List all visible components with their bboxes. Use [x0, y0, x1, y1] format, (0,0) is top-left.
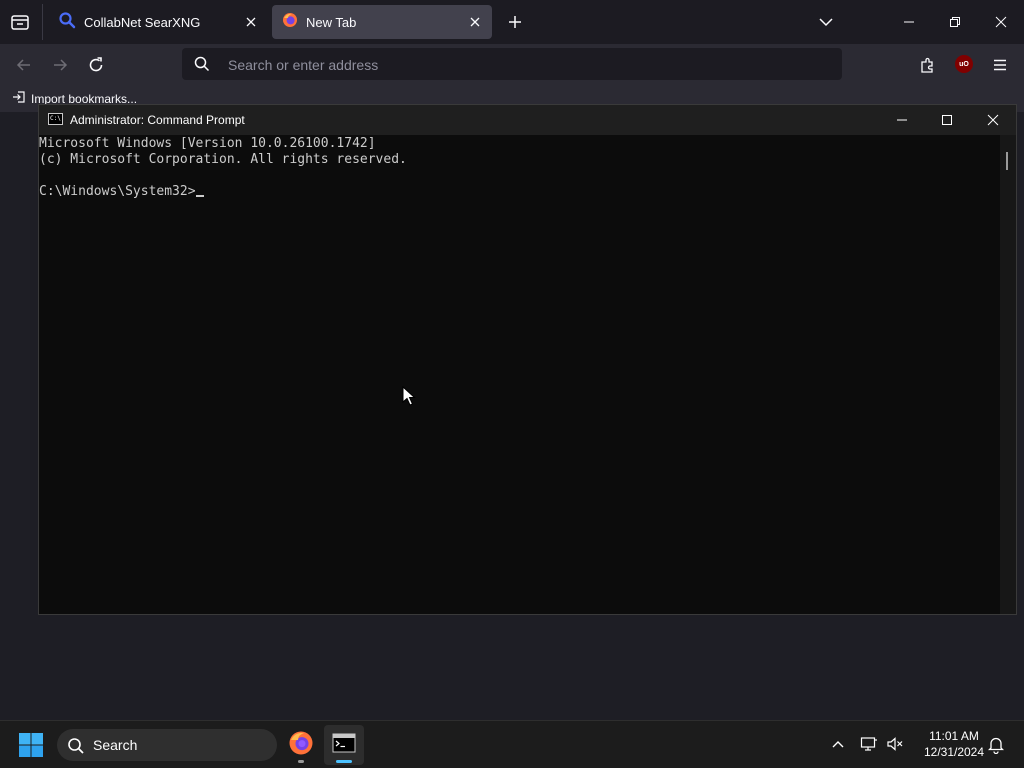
command-prompt-icon — [332, 733, 356, 758]
tab-title: CollabNet SearXNG — [84, 14, 201, 30]
tab-strip: CollabNet SearXNG New Tab — [0, 0, 1024, 44]
firefox-view-icon[interactable] — [8, 10, 32, 34]
back-arrow-icon[interactable] — [12, 53, 36, 77]
command-prompt-window: C:\ Administrator: Command Prompt Micros… — [38, 104, 1017, 615]
terminal-output[interactable]: Microsoft Windows [Version 10.0.26100.17… — [39, 135, 999, 615]
tab-separator — [42, 4, 43, 40]
search-icon — [58, 11, 76, 34]
clock-time: 11:01 AM — [929, 729, 979, 743]
taskbar-search-box[interactable]: Search — [57, 729, 277, 761]
taskbar-search-label: Search — [93, 737, 138, 753]
menu-hamburger-icon[interactable] — [988, 53, 1012, 77]
close-tab-icon[interactable] — [467, 14, 483, 30]
volume-muted-icon[interactable] — [886, 736, 904, 757]
clock-date: 12/31/2024 — [923, 745, 985, 759]
minimize-icon[interactable] — [886, 6, 932, 38]
terminal-prompt: C:\Windows\System32> — [39, 184, 196, 199]
network-icon[interactable] — [860, 736, 878, 757]
system-clock[interactable]: 11:01 AM 12/31/2024 — [912, 728, 996, 760]
maximize-icon[interactable] — [924, 105, 970, 135]
navigation-toolbar: uO — [0, 44, 1024, 86]
extensions-icon[interactable] — [916, 53, 940, 77]
reload-icon[interactable] — [84, 53, 108, 77]
active-indicator — [336, 760, 352, 763]
ublock-origin-icon[interactable]: uO — [955, 55, 973, 73]
cmd-title-bar[interactable]: C:\ Administrator: Command Prompt — [39, 105, 1016, 135]
text-cursor — [195, 195, 204, 197]
vertical-scrollbar[interactable] — [1000, 135, 1016, 614]
close-window-icon[interactable] — [970, 105, 1016, 135]
import-icon — [12, 90, 26, 107]
terminal-prompt-line: C:\Windows\System32> — [39, 184, 999, 200]
taskbar: Search 11:01 AM 12/31/2024 — [0, 720, 1024, 768]
chevron-up-icon[interactable] — [830, 736, 846, 757]
close-window-icon[interactable] — [978, 6, 1024, 38]
mouse-pointer-icon — [402, 385, 416, 411]
tab-new-tab[interactable]: New Tab — [272, 5, 492, 39]
command-prompt-icon: C:\ — [48, 113, 63, 125]
running-indicator — [298, 760, 304, 763]
firefox-icon — [288, 730, 314, 761]
new-tab-icon[interactable] — [503, 10, 527, 34]
terminal-line: (c) Microsoft Corporation. All rights re… — [39, 152, 407, 167]
windows-start-icon[interactable] — [18, 732, 44, 758]
firefox-icon — [282, 12, 298, 33]
tab-title: New Tab — [306, 14, 357, 30]
taskbar-cmd-button[interactable] — [324, 725, 364, 765]
terminal-line: Microsoft Windows [Version 10.0.26100.17… — [39, 136, 376, 151]
cmd-window-title: Administrator: Command Prompt — [70, 113, 245, 127]
tab-searxng[interactable]: CollabNet SearXNG — [48, 5, 268, 39]
forward-arrow-icon[interactable] — [48, 53, 72, 77]
chevron-down-icon[interactable] — [814, 10, 838, 34]
minimize-icon[interactable] — [879, 105, 925, 135]
url-input[interactable] — [226, 48, 830, 82]
search-icon — [67, 737, 85, 760]
notification-bell-icon[interactable] — [987, 736, 1005, 759]
address-bar[interactable] — [182, 48, 842, 82]
scrollbar-thumb[interactable] — [1006, 152, 1008, 170]
close-tab-icon[interactable] — [243, 14, 259, 30]
restore-icon[interactable] — [932, 6, 978, 38]
taskbar-firefox-button[interactable] — [281, 725, 321, 765]
search-icon — [194, 56, 210, 77]
